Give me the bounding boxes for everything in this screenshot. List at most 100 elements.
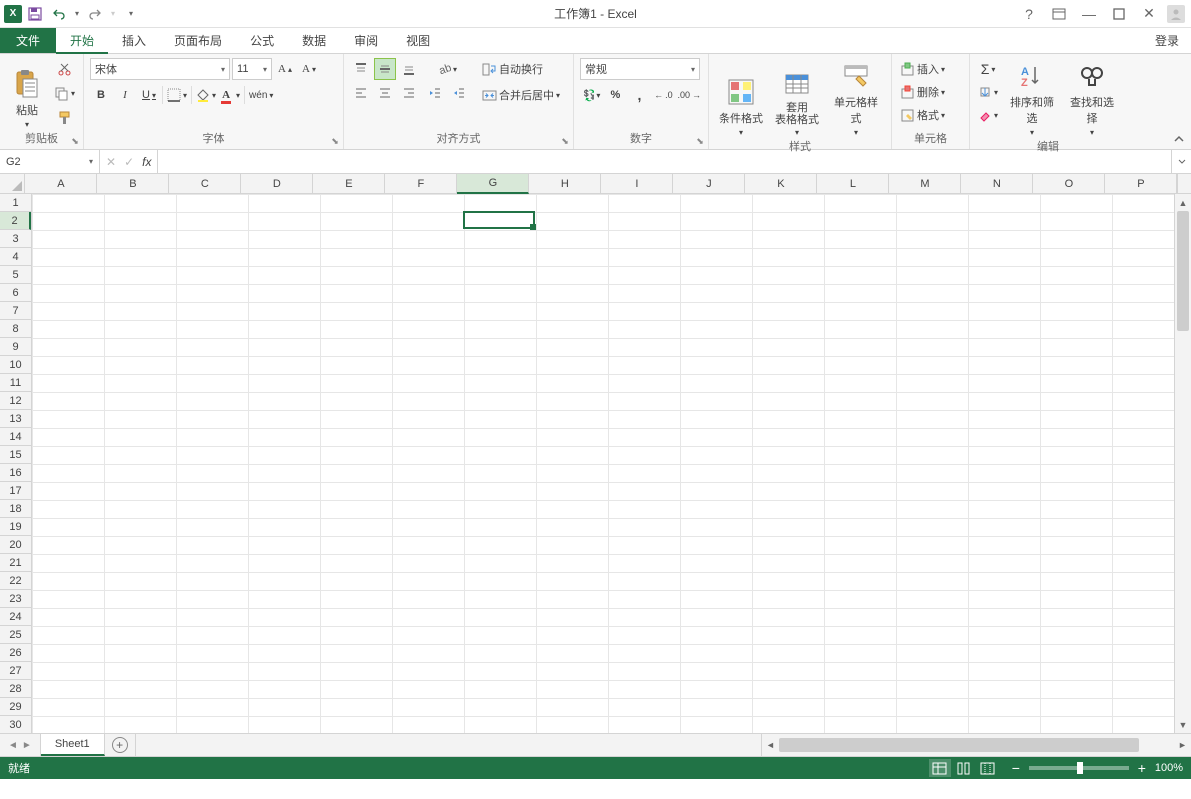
- row-header[interactable]: 10: [0, 356, 31, 374]
- increase-font-icon[interactable]: A▴: [274, 58, 296, 80]
- name-box[interactable]: G2▾: [0, 150, 100, 173]
- row-header[interactable]: 6: [0, 284, 31, 302]
- scrollbar-thumb[interactable]: [1177, 211, 1189, 331]
- enter-formula-icon[interactable]: ✓: [124, 155, 134, 169]
- column-header[interactable]: I: [601, 174, 673, 194]
- qat-customize-icon[interactable]: ▾: [120, 3, 142, 25]
- zoom-slider[interactable]: [1029, 766, 1129, 770]
- number-format-combo[interactable]: 常规▾: [580, 58, 700, 80]
- format-painter-button[interactable]: [52, 106, 77, 128]
- row-header[interactable]: 14: [0, 428, 31, 446]
- column-header[interactable]: D: [241, 174, 313, 194]
- row-header[interactable]: 9: [0, 338, 31, 356]
- orientation-button[interactable]: ab▾: [424, 58, 470, 80]
- italic-button[interactable]: I: [114, 84, 136, 106]
- column-header[interactable]: A: [25, 174, 97, 194]
- row-header[interactable]: 19: [0, 518, 31, 536]
- decrease-decimal-button[interactable]: .00→: [676, 84, 702, 106]
- row-header[interactable]: 20: [0, 536, 31, 554]
- row-header[interactable]: 23: [0, 590, 31, 608]
- align-middle-icon[interactable]: [374, 58, 396, 80]
- tab-view[interactable]: 视图: [392, 28, 444, 53]
- view-page-layout-icon[interactable]: [953, 759, 975, 777]
- redo-dropdown-icon[interactable]: ▾: [108, 3, 118, 25]
- add-sheet-button[interactable]: +: [105, 734, 135, 756]
- row-header[interactable]: 11: [0, 374, 31, 392]
- view-page-break-icon[interactable]: [977, 759, 999, 777]
- redo-icon[interactable]: [84, 3, 106, 25]
- align-top-icon[interactable]: [350, 58, 372, 80]
- fx-icon[interactable]: fx: [142, 155, 151, 169]
- increase-decimal-button[interactable]: ←.0: [652, 84, 674, 106]
- fill-button[interactable]: ▾: [976, 81, 1000, 103]
- format-as-table-button[interactable]: 套用 表格格式▾: [771, 58, 823, 139]
- sheet-nav-prev-icon[interactable]: ◄: [8, 740, 18, 751]
- decrease-font-icon[interactable]: A▾: [298, 58, 320, 80]
- row-header[interactable]: 29: [0, 698, 31, 716]
- tab-page-layout[interactable]: 页面布局: [160, 28, 236, 53]
- cancel-formula-icon[interactable]: ✕: [106, 155, 116, 169]
- conditional-format-button[interactable]: 条件格式▾: [715, 58, 767, 139]
- expand-formula-bar-icon[interactable]: [1171, 150, 1191, 173]
- row-header[interactable]: 26: [0, 644, 31, 662]
- login-link[interactable]: 登录: [1143, 28, 1191, 53]
- row-header[interactable]: 3: [0, 230, 31, 248]
- row-header[interactable]: 13: [0, 410, 31, 428]
- autosum-button[interactable]: Σ▾: [976, 58, 1000, 80]
- undo-dropdown-icon[interactable]: ▾: [72, 3, 82, 25]
- scroll-down-icon[interactable]: ▼: [1175, 716, 1191, 733]
- row-header[interactable]: 21: [0, 554, 31, 572]
- user-avatar-icon[interactable]: [1167, 5, 1185, 23]
- dialog-launcher-icon[interactable]: ⬊: [69, 135, 81, 147]
- collapse-ribbon-icon[interactable]: [1171, 131, 1187, 147]
- fill-color-button[interactable]: ▾: [194, 84, 218, 106]
- borders-button[interactable]: ▾: [165, 84, 189, 106]
- scroll-right-icon[interactable]: ►: [1174, 740, 1191, 750]
- sort-filter-button[interactable]: AZ 排序和筛选▾: [1004, 58, 1060, 139]
- row-header[interactable]: 5: [0, 266, 31, 284]
- row-header[interactable]: 7: [0, 302, 31, 320]
- tab-review[interactable]: 审阅: [340, 28, 392, 53]
- increase-indent-icon[interactable]: [448, 82, 470, 104]
- align-left-icon[interactable]: [350, 82, 372, 104]
- sheet-nav-next-icon[interactable]: ►: [22, 740, 32, 751]
- zoom-in-button[interactable]: +: [1135, 760, 1149, 776]
- row-header[interactable]: 24: [0, 608, 31, 626]
- font-name-combo[interactable]: 宋体▾: [90, 58, 230, 80]
- column-header[interactable]: M: [889, 174, 961, 194]
- row-header[interactable]: 30: [0, 716, 31, 734]
- row-header[interactable]: 18: [0, 500, 31, 518]
- close-icon[interactable]: ✕: [1137, 4, 1161, 24]
- font-color-button[interactable]: A▾: [220, 84, 242, 106]
- column-header[interactable]: F: [385, 174, 457, 194]
- format-cells-button[interactable]: 格式▾: [898, 104, 964, 126]
- font-size-combo[interactable]: 11▾: [232, 58, 272, 80]
- insert-cells-button[interactable]: 插入▾: [898, 58, 964, 80]
- column-header[interactable]: B: [97, 174, 169, 194]
- cell-grid[interactable]: [32, 194, 1174, 733]
- maximize-icon[interactable]: [1107, 4, 1131, 24]
- cut-button[interactable]: [52, 58, 77, 80]
- comma-button[interactable]: ,: [628, 84, 650, 106]
- tab-formulas[interactable]: 公式: [236, 28, 288, 53]
- row-header[interactable]: 17: [0, 482, 31, 500]
- column-header[interactable]: O: [1033, 174, 1105, 194]
- scroll-left-icon[interactable]: ◄: [762, 740, 779, 750]
- save-icon[interactable]: [24, 3, 46, 25]
- underline-button[interactable]: U ▾: [138, 84, 160, 106]
- sheet-tab-active[interactable]: Sheet1: [41, 734, 105, 756]
- scroll-up-icon[interactable]: ▲: [1175, 194, 1191, 211]
- row-header[interactable]: 16: [0, 464, 31, 482]
- dialog-launcher-icon[interactable]: ⬊: [329, 135, 341, 147]
- minimize-icon[interactable]: —: [1077, 4, 1101, 24]
- row-header[interactable]: 27: [0, 662, 31, 680]
- view-normal-icon[interactable]: [929, 759, 951, 777]
- column-header[interactable]: G: [457, 174, 529, 194]
- dialog-launcher-icon[interactable]: ⬊: [559, 135, 571, 147]
- align-center-icon[interactable]: [374, 82, 396, 104]
- dialog-launcher-icon[interactable]: ⬊: [694, 135, 706, 147]
- column-header[interactable]: N: [961, 174, 1033, 194]
- clear-button[interactable]: ▾: [976, 104, 1000, 126]
- horizontal-scrollbar[interactable]: ◄ ►: [761, 734, 1191, 756]
- tab-data[interactable]: 数据: [288, 28, 340, 53]
